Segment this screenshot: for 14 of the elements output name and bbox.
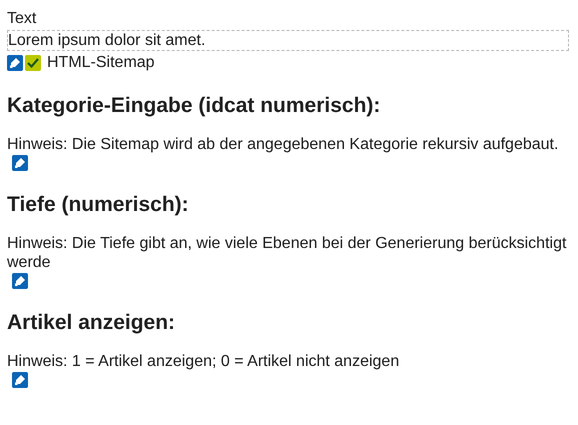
hint-text: Hinweis: 1 = Artikel anzeigen; 0 = Artikel nicht anzeigen: [7, 352, 400, 371]
edit-icon[interactable]: [12, 155, 28, 171]
hint-text: Hinweis: Die Tiefe gibt an, wie viele Ebenen bei der Generierung berücksichtigt werde: [7, 234, 568, 272]
text-content[interactable]: Lorem ipsum dolor sit amet.: [7, 30, 569, 51]
edit-icon[interactable]: [7, 54, 23, 70]
section-heading: Kategorie-Eingabe (idcat numerisch):: [7, 94, 382, 118]
checkmark-icon[interactable]: [25, 54, 41, 70]
module-name: HTML-Sitemap: [47, 53, 155, 72]
edit-icon[interactable]: [12, 273, 28, 289]
edit-icon[interactable]: [12, 372, 28, 388]
section-heading: Artikel anzeigen:: [7, 311, 176, 335]
field-label: Text: [7, 9, 38, 28]
section-heading: Tiefe (numerisch):: [7, 193, 190, 217]
hint-text: Hinweis: Die Sitemap wird ab der angegebenen Kategorie rekursiv aufgebaut.: [7, 135, 560, 154]
